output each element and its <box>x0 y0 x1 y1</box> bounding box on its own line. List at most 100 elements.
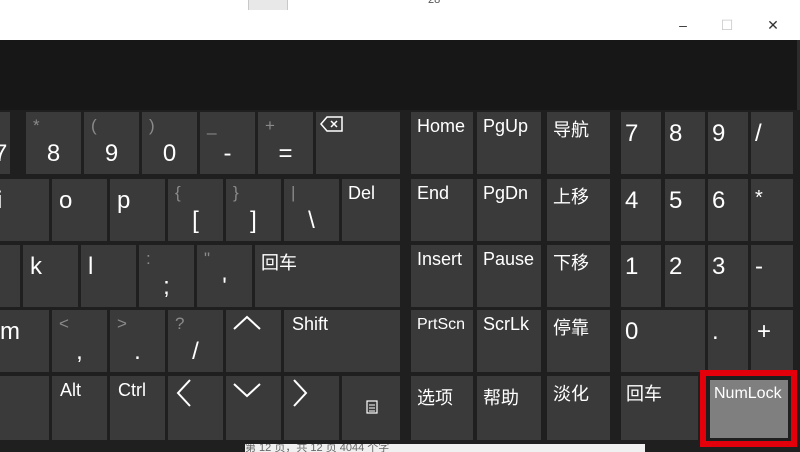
numpad-1-label: 1 <box>625 253 639 280</box>
key-move-down[interactable]: 下移 <box>547 245 610 307</box>
key-slash[interactable]: ? / <box>168 310 223 372</box>
key-left-bracket-label: [ <box>192 207 199 234</box>
numpad-divide-label: / <box>755 120 762 147</box>
key-backslash[interactable]: | \ <box>284 179 339 241</box>
key-end[interactable]: End <box>411 179 473 241</box>
key-help[interactable]: 帮助 <box>477 376 541 440</box>
key-pause-label: Pause <box>483 249 535 269</box>
key-7-label: 7 <box>0 140 8 167</box>
key-pause[interactable]: Pause <box>477 245 541 307</box>
background-page-number: 28 <box>428 0 441 6</box>
key-alt[interactable]: Alt <box>52 376 107 440</box>
key-space-partial[interactable] <box>0 376 49 440</box>
key-8[interactable]: * 8 <box>26 112 81 174</box>
key-left-bracket[interactable]: { [ <box>168 179 223 241</box>
key-scrlk[interactable]: ScrLk <box>477 310 541 372</box>
numpad-enter[interactable]: 回车 <box>621 376 698 440</box>
key-minus[interactable]: _ - <box>200 112 255 174</box>
key-9-shift-label: ( <box>91 116 97 135</box>
key-quote-shift-label: " <box>204 249 211 268</box>
key-move-up[interactable]: 上移 <box>547 179 610 241</box>
numpad-6[interactable]: 6 <box>708 179 748 241</box>
numpad-decimal[interactable]: . <box>708 310 748 372</box>
key-arrow-left[interactable] <box>168 376 223 440</box>
key-m[interactable]: m <box>0 310 49 372</box>
key-pgdn-label: PgDn <box>483 183 529 203</box>
key-shift[interactable]: Shift <box>284 310 400 372</box>
key-enter[interactable]: 回车 <box>255 245 400 307</box>
key-minus-label: - <box>223 140 232 167</box>
numpad-decimal-label: . <box>712 318 719 345</box>
numpad-9[interactable]: 9 <box>708 112 748 174</box>
key-menu[interactable] <box>342 376 400 440</box>
key-p-label: p <box>117 187 131 214</box>
numpad-2[interactable]: 2 <box>665 245 705 307</box>
background-document: 28 <box>0 0 800 10</box>
key-slash-shift-label: ? <box>175 314 185 333</box>
key-arrow-up[interactable] <box>226 310 281 372</box>
key-dock-label: 停靠 <box>553 318 589 338</box>
key-semicolon-shift-label: : <box>146 249 151 268</box>
key-comma[interactable]: < , <box>52 310 107 372</box>
key-l[interactable]: l <box>81 245 136 307</box>
key-p[interactable]: p <box>110 179 165 241</box>
key-ctrl-label: Ctrl <box>118 380 146 400</box>
key-arrow-down[interactable] <box>226 376 281 440</box>
numpad-subtract-label: - <box>755 253 763 280</box>
numpad-divide[interactable]: / <box>751 112 793 174</box>
arrow-left-icon <box>176 378 192 408</box>
key-insert[interactable]: Insert <box>411 245 473 307</box>
key-fade-label: 淡化 <box>553 384 589 404</box>
key-i[interactable]: i <box>0 179 49 241</box>
numpad-multiply[interactable]: * <box>751 179 793 241</box>
key-backspace[interactable] <box>316 112 400 174</box>
key-prtscn[interactable]: PrtScn <box>411 310 473 372</box>
numpad-0[interactable]: 0 <box>621 310 705 372</box>
key-ctrl[interactable]: Ctrl <box>110 376 165 440</box>
key-nav[interactable]: 导航 <box>547 112 610 174</box>
key-semicolon[interactable]: : ; <box>139 245 194 307</box>
key-pgdn[interactable]: PgDn <box>477 179 541 241</box>
key-enter-label: 回车 <box>261 253 297 273</box>
key-0-label: 0 <box>162 140 177 167</box>
key-0[interactable]: ) 0 <box>142 112 197 174</box>
numpad-3[interactable]: 3 <box>708 245 748 307</box>
status-bar-text: 第 12 页，共 12 页 4044 个字 <box>245 444 390 452</box>
key-right-bracket[interactable]: } ] <box>226 179 281 241</box>
key-9[interactable]: ( 9 <box>84 112 139 174</box>
key-pgup[interactable]: PgUp <box>477 112 541 174</box>
key-home-label: Home <box>417 116 466 136</box>
key-m-label: m <box>0 318 20 345</box>
key-arrow-right[interactable] <box>284 376 339 440</box>
arrow-down-icon <box>232 382 262 398</box>
key-k[interactable]: k <box>23 245 78 307</box>
numpad-0-label: 0 <box>625 318 639 345</box>
key-7[interactable]: 7 <box>0 112 10 174</box>
minimize-button[interactable]: – <box>660 10 706 40</box>
numpad-4[interactable]: 4 <box>621 179 661 241</box>
numpad-subtract[interactable]: - <box>751 245 793 307</box>
numpad-add[interactable]: + <box>751 310 793 372</box>
key-quote[interactable]: " ' <box>197 245 252 307</box>
key-equals[interactable]: + = <box>258 112 313 174</box>
key-dock[interactable]: 停靠 <box>547 310 610 372</box>
numlock-key[interactable]: NumLock <box>710 380 788 438</box>
numpad-5[interactable]: 5 <box>665 179 705 241</box>
key-o-label: o <box>59 187 73 214</box>
numpad-1[interactable]: 1 <box>621 245 661 307</box>
key-home[interactable]: Home <box>411 112 473 174</box>
keyboard-header <box>0 40 800 110</box>
key-j-partial[interactable] <box>0 245 20 307</box>
numpad-7[interactable]: 7 <box>621 112 661 174</box>
key-backslash-label: \ <box>308 207 315 234</box>
key-period[interactable]: > . <box>110 310 165 372</box>
key-move-down-label: 下移 <box>553 253 589 273</box>
numpad-8[interactable]: 8 <box>665 112 705 174</box>
key-options[interactable]: 选项 <box>411 376 473 440</box>
close-button[interactable]: ✕ <box>750 10 796 40</box>
key-del[interactable]: Del <box>342 179 400 241</box>
key-right-bracket-shift-label: } <box>233 183 239 202</box>
key-8-shift-label: * <box>33 116 40 135</box>
key-fade[interactable]: 淡化 <box>547 376 610 440</box>
key-o[interactable]: o <box>52 179 107 241</box>
